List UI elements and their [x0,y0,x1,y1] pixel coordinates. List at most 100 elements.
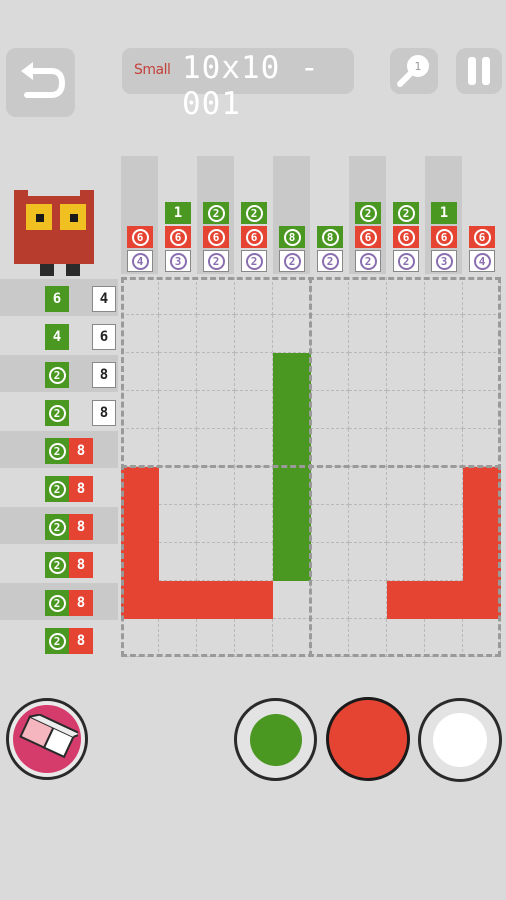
grid-cell[interactable] [159,543,197,581]
grid-cell[interactable] [121,505,159,543]
grid-cell[interactable] [121,581,159,619]
grid-cell[interactable] [311,277,349,315]
pause-button[interactable] [456,48,502,94]
grid-cell[interactable] [197,467,235,505]
grid-cell[interactable] [349,467,387,505]
grid-cell[interactable] [425,429,463,467]
grid-cell[interactable] [311,353,349,391]
grid-cell[interactable] [159,505,197,543]
grid-cell[interactable] [387,543,425,581]
grid-cell[interactable] [425,543,463,581]
grid-cell[interactable] [273,505,311,543]
grid-cell[interactable] [387,467,425,505]
grid-cell[interactable] [349,353,387,391]
grid-cell[interactable] [425,391,463,429]
grid-cell[interactable] [387,581,425,619]
grid-cell[interactable] [387,429,425,467]
grid-cell[interactable] [273,353,311,391]
grid-cell[interactable] [349,277,387,315]
grid-cell[interactable] [121,391,159,429]
grid-cell[interactable] [121,429,159,467]
grid-cell[interactable] [387,277,425,315]
grid-cell[interactable] [159,353,197,391]
grid-cell[interactable] [235,277,273,315]
grid-cell[interactable] [387,391,425,429]
grid-cell[interactable] [349,543,387,581]
grid-cell[interactable] [387,505,425,543]
grid-cell[interactable] [349,315,387,353]
grid-cell[interactable] [159,619,197,657]
grid-cell[interactable] [235,619,273,657]
grid-cell[interactable] [197,581,235,619]
grid-cell[interactable] [425,467,463,505]
grid-cell[interactable] [235,543,273,581]
grid-cell[interactable] [197,619,235,657]
grid-cell[interactable] [197,277,235,315]
grid-cell[interactable] [159,429,197,467]
color-red-button[interactable] [326,697,410,781]
grid-cell[interactable] [463,353,501,391]
grid-cell[interactable] [235,505,273,543]
eraser-button[interactable] [6,698,88,780]
grid-cell[interactable] [425,619,463,657]
grid-cell[interactable] [349,429,387,467]
grid-cell[interactable] [273,315,311,353]
grid-cell[interactable] [197,543,235,581]
grid-cell[interactable] [463,581,501,619]
grid-cell[interactable] [463,467,501,505]
grid-cell[interactable] [159,467,197,505]
grid-cell[interactable] [121,543,159,581]
grid-cell[interactable] [235,467,273,505]
grid-cell[interactable] [197,353,235,391]
grid-cell[interactable] [463,543,501,581]
grid-cell[interactable] [235,353,273,391]
grid-cell[interactable] [425,315,463,353]
grid-cell[interactable] [159,315,197,353]
grid-cell[interactable] [197,391,235,429]
color-white-button[interactable] [418,698,502,782]
grid-cell[interactable] [463,505,501,543]
grid-cell[interactable] [197,429,235,467]
color-green-button[interactable] [234,698,317,781]
hint-button[interactable]: 1 [390,48,438,94]
grid-cell[interactable] [311,467,349,505]
grid-cell[interactable] [121,353,159,391]
grid-cell[interactable] [425,277,463,315]
grid-cell[interactable] [121,467,159,505]
grid-cell[interactable] [197,315,235,353]
grid-cell[interactable] [311,505,349,543]
grid-cell[interactable] [349,581,387,619]
grid-cell[interactable] [387,315,425,353]
grid-cell[interactable] [311,619,349,657]
grid-cell[interactable] [387,353,425,391]
grid-cell[interactable] [273,277,311,315]
grid-cell[interactable] [311,543,349,581]
grid-cell[interactable] [159,391,197,429]
grid-cell[interactable] [273,467,311,505]
grid-cell[interactable] [311,581,349,619]
grid-cell[interactable] [273,391,311,429]
grid-cell[interactable] [197,505,235,543]
grid-cell[interactable] [311,429,349,467]
grid-cell[interactable] [425,353,463,391]
grid-cell[interactable] [349,619,387,657]
grid-cell[interactable] [349,391,387,429]
grid-cell[interactable] [159,277,197,315]
grid-cell[interactable] [273,619,311,657]
grid-cell[interactable] [159,581,197,619]
grid-cell[interactable] [425,581,463,619]
grid-cell[interactable] [235,315,273,353]
grid-cell[interactable] [387,619,425,657]
grid-cell[interactable] [235,581,273,619]
grid-cell[interactable] [463,315,501,353]
grid-cell[interactable] [463,619,501,657]
grid-cell[interactable] [121,277,159,315]
grid-cell[interactable] [235,391,273,429]
grid-cell[interactable] [463,429,501,467]
grid-cell[interactable] [463,391,501,429]
grid-cell[interactable] [273,543,311,581]
grid-cell[interactable] [273,581,311,619]
grid-cell[interactable] [235,429,273,467]
grid-cell[interactable] [311,315,349,353]
grid-cell[interactable] [425,505,463,543]
